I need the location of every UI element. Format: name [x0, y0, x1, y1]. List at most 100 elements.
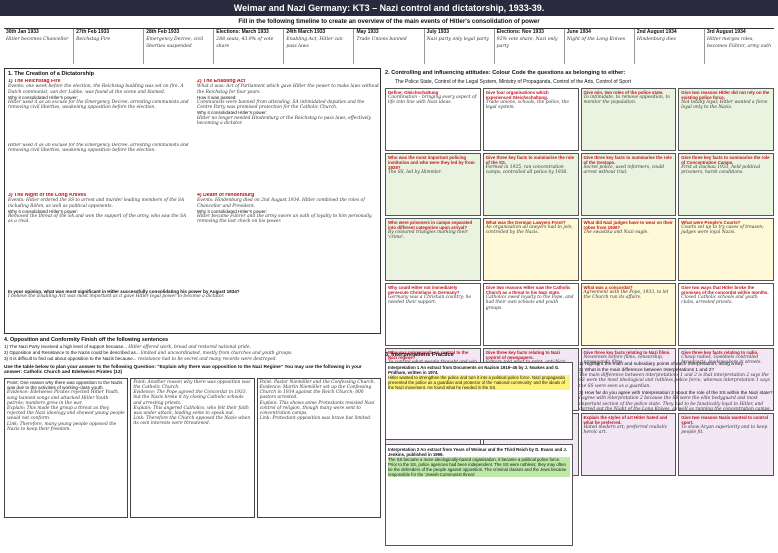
- sentence-2: 2) Opposition and Resistance to the Nazi…: [4, 350, 140, 356]
- cell-answer: Closed Catholic schools and youth clubs,…: [681, 295, 758, 306]
- question-cell: What were People's Courts? Courts set up …: [678, 218, 774, 281]
- cell-question: Give three key facts to summarise the ro…: [583, 155, 672, 166]
- cell-answer: Not totally loyal; Hitler wanted a force…: [681, 100, 768, 111]
- timeline-event: 2nd August 1934 Hindenburg dies: [633, 29, 704, 64]
- cell-question: Give three key facts to summarise the ro…: [485, 155, 575, 166]
- night-of-long-knives-answer: Removed the threat of the SA and won the…: [8, 213, 187, 225]
- death-of-hindenburg-block: 4) Death of Hindenburg Events: Hindenbur…: [197, 193, 379, 283]
- opposition-conformity-section: 4. Opposition and Conformity Finish off …: [4, 336, 381, 549]
- interpretation-2: Interpretation 2 An extract from Years o…: [385, 444, 573, 546]
- timeline-event: July 1933 Nazi party only legal party: [423, 29, 494, 64]
- timeline-date: 28th Feb 1933: [146, 29, 180, 35]
- plan-3-link: Link: Protestant opposition was brave bu…: [259, 416, 372, 422]
- enabling-act-answer: Hitler no longer needed Hindenburg or th…: [197, 115, 372, 126]
- timeline-date: 27th Feb 1933: [76, 29, 110, 35]
- plan-3-explain: Explain: This shows some Protestants res…: [259, 400, 375, 417]
- cell-answer: Germany was a Christian country; he need…: [388, 295, 472, 306]
- cell-answer: Trade unions, schools, the police, the l…: [485, 100, 569, 111]
- plan-2-link: Link: Therefore the Church opposed the N…: [133, 416, 251, 427]
- plan-2-explain: Explain: This angered Catholics, who fel…: [133, 405, 249, 417]
- plan-1-explain: Explain: This made the group a threat as…: [7, 406, 125, 422]
- timeline-event: 3rd August 1934 Hitler merges roles, beco…: [703, 29, 774, 64]
- section2-heading: 2. Controlling and influencing attitudes…: [385, 70, 626, 76]
- timeline: 30th Jan 1933 Hitler becomes Chancellor 27…: [4, 28, 774, 64]
- plan-1-evidence: Evidence: Edelweiss Pirates rejected Hit…: [7, 390, 120, 406]
- interpretations-section: 3. Interpretations Practice Interpretati…: [385, 352, 774, 549]
- timeline-event: 30th Jan 1933 Hitler becomes Chancellor: [4, 29, 73, 64]
- question-cell: Give three key facts to summarise the ro…: [678, 153, 774, 216]
- cell-answer: An organisation all lawyers had to join,…: [485, 225, 573, 236]
- cell-answer: Courts set up to try cases of treason; j…: [681, 225, 764, 236]
- timeline-date: 2nd August 1934: [636, 29, 677, 35]
- timeline-note: Trade Unions banned: [356, 37, 407, 43]
- cell-question: Give two ways that Hitler broke the prom…: [681, 285, 769, 296]
- enabling-act-how-answer: Communists were banned from attending, S…: [197, 99, 365, 111]
- interpretation-questions: 1) Highlight the main and subsidiary poi…: [579, 362, 774, 412]
- question-cell: Give two ways that Hitler broke the prom…: [678, 283, 774, 346]
- timeline-note: Hitler merges roles, becomes Führer, arm…: [706, 37, 772, 49]
- sentence-1: 1) The Nazi Party received a high level …: [4, 344, 127, 349]
- timeline-event: Elections: March 1933 288 seats, 43.9% of…: [213, 29, 283, 64]
- cell-answer: Secret police, used informers, could arr…: [583, 165, 665, 176]
- interp-answer-2: The main difference between interpretati…: [579, 373, 770, 389]
- plan-column-3: Point: Pastor Niemöller and the Confessi…: [256, 377, 381, 518]
- interpretation-2-title: Interpretation 2 An extract from Years o…: [388, 447, 568, 457]
- death-of-hindenburg-events: Events: Hindenburg died on 2nd August 19…: [197, 198, 365, 209]
- page-title: Weimar and Nazi Germany: KT3 – Nazi cont…: [0, 0, 778, 16]
- timeline-event: 27th Feb 1933 Reichstag Fire: [73, 29, 143, 64]
- cell-answer: Coordination – bringing every aspect of …: [388, 95, 477, 106]
- opinion-block: In your opinion, what was most significa…: [8, 289, 378, 333]
- timeline-note: Reichstag Fire: [76, 37, 111, 43]
- timeline-date: 30th Jan 1933: [6, 29, 39, 35]
- cell-question: Who was the most important policing inst…: [388, 155, 475, 171]
- cell-question: Who were prisoners in camps separated in…: [388, 220, 473, 231]
- timeline-date: 3rd August 1934: [706, 29, 746, 35]
- cell-question: What did Nazi judges have to wear on the…: [583, 220, 673, 231]
- section2-colour-key: The Police State, Control of the Legal S…: [395, 79, 631, 85]
- section3-heading: 3. Interpretations Practice: [385, 352, 454, 358]
- question-cell: Who were prisoners in camps separated in…: [385, 218, 481, 281]
- cell-answer: Formed in 1925, ran concentration camps,…: [485, 165, 568, 176]
- interpretation-1-title: Interpretation 1 An extract from Documen…: [388, 365, 560, 375]
- timeline-note: 92% vote share, Nazi only party: [496, 37, 558, 49]
- timeline-note: Enabling Act, Hitler can pass laws: [286, 37, 343, 49]
- cell-answer: To intimidate, to remove opposition, to …: [583, 95, 670, 106]
- reichstag-fire-continued: Hitler used it as an excuse for the Emer…: [8, 143, 189, 154]
- timeline-event: Elections: Nov 1933 92% vote share, Nazi …: [493, 29, 564, 64]
- question-cell: Give two reasons Hitler saw the Catholic…: [482, 283, 579, 346]
- plan-column-1: Point: One reason why there was oppositi…: [4, 377, 129, 518]
- plan-3-evidence: Evidence: Martin Niemöller set up the Co…: [259, 385, 372, 401]
- question-cell: Give two reasons Hitler did not rely on …: [678, 88, 774, 151]
- timeline-date: June 1934: [566, 29, 591, 35]
- cell-answer: The SS, led by Himmler.: [388, 170, 442, 176]
- timeline-date: July 1933: [426, 29, 450, 35]
- timeline-note: Hindenburg dies: [636, 37, 676, 43]
- death-of-hindenburg-answer: Hitler became Führer and the army swore …: [197, 213, 373, 225]
- reichstag-fire-block: 1) The Reichstag Fire Events: one week b…: [8, 79, 190, 139]
- plan-1-link: Link: Therefore, many young people oppos…: [7, 421, 117, 432]
- question-cell: Give three key facts to summarise the ro…: [482, 153, 579, 216]
- reichstag-fire-answer: Hitler used it as an excuse for the Emer…: [8, 99, 189, 111]
- plan-column-2: Point: Another reason why there was oppo…: [130, 377, 255, 518]
- section1-heading: 1. The Creation of a Dictatorship: [8, 71, 95, 77]
- controlling-attitudes-section: 2. Controlling and influencing attitudes…: [385, 68, 774, 476]
- night-of-long-knives-block: 3) The Night of the Long Knives Events: …: [8, 193, 190, 283]
- cell-question: Give three key facts to summarise the ro…: [681, 155, 770, 166]
- enabling-act-block: 2) The Enabling Act What it was: Act of …: [197, 79, 379, 187]
- timeline-event: June 1934 Night of the Long Knives: [563, 29, 634, 64]
- question-cell: What did Nazi judges have to wear on the…: [580, 218, 677, 281]
- cell-question: Why could Hitler not immediately persecu…: [388, 285, 460, 296]
- cell-question: Give two reasons Hitler saw the Catholic…: [485, 285, 571, 296]
- creation-of-dictatorship-section: 1. The Creation of a Dictatorship 1) The…: [4, 68, 381, 334]
- section4-heading: 4. Opposition and Conformity Finish off …: [4, 337, 169, 343]
- planning-table: Point: One reason why there was oppositi…: [4, 377, 381, 518]
- cell-question: Give four organisations which experience…: [485, 90, 549, 101]
- cell-answer: The swastika and Nazi eagle.: [583, 230, 649, 236]
- timeline-instruction: Fill in the following timeline to create…: [238, 18, 540, 25]
- timeline-note: Hitler becomes Chancellor: [6, 37, 69, 43]
- timeline-note: Emergency Decree, civil liberties suspen…: [146, 37, 204, 49]
- question-cell: Why could Hitler not immediately persecu…: [385, 283, 481, 346]
- question-cell: What was the German Lawyers Front? An org…: [482, 218, 579, 281]
- cell-answer: By coloured triangles marking their 'cri…: [388, 230, 468, 241]
- question-cell: Define: Gleichschaltung Coordination – br…: [385, 88, 481, 151]
